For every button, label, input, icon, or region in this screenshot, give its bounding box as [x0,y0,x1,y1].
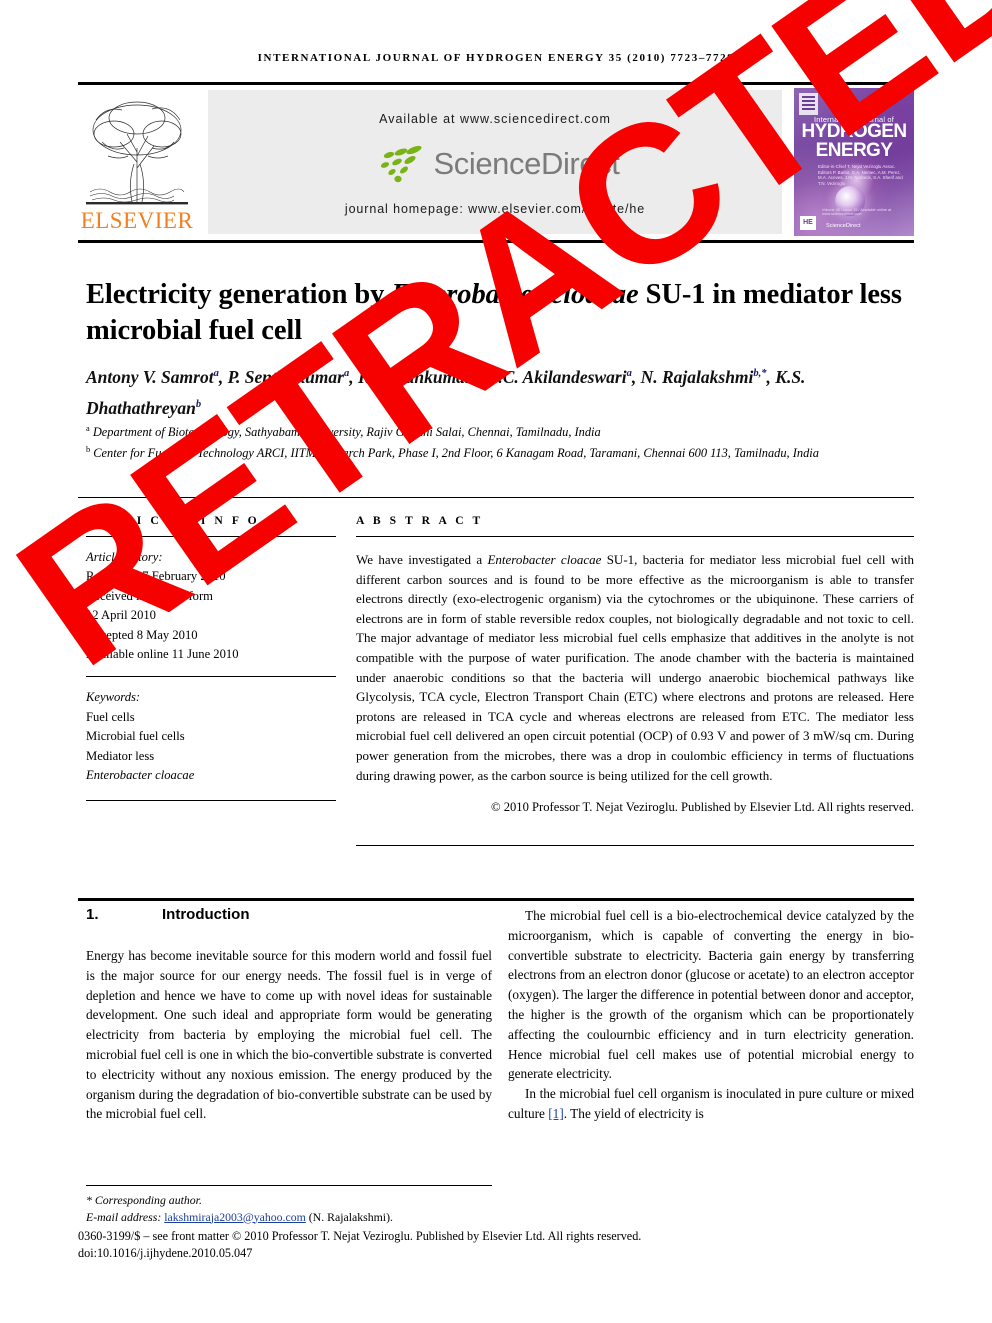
footnote-block: * Corresponding author. E-mail address: … [86,1192,646,1225]
abstract-before: We have investigated a [356,552,488,567]
affiliation-item: b Center for Fuel Cell Technology ARCI, … [86,445,819,461]
keyword-item: Microbial fuel cells [86,729,185,744]
article-history-item: Received in revised form [86,588,213,603]
section-heading: 1. Introduction [86,906,506,923]
paper-page: INTERNATIONAL JOURNAL OF HYDROGEN ENERGY… [0,0,992,1323]
keywords-label: Keywords: [86,690,141,705]
page-title: Electricity generation by Enterobacter c… [86,277,916,349]
cover-editors: Editor-in-Chief T. Nejat Veziroglu Assoc… [818,164,903,186]
keyword-item: Enterobacter cloacae [86,768,195,783]
masthead: ELSEVIER Available at www.sciencedirect.… [78,88,914,236]
intro-paragraph-right-2: In the microbial fuel cell organism is i… [508,1084,914,1124]
article-info-label: A R T I C L E I N F O [86,514,260,527]
article-info-bottom-rule [86,800,336,801]
author-name: Antony V. Samrot [86,366,214,387]
author-name: K. Pavankumar [357,366,472,387]
body-column-right: The microbial fuel cell is a bio-electro… [508,906,914,1124]
abstract-copyright: © 2010 Professor T. Nejat Veziroglu. Pub… [491,800,914,815]
abstract-divider [356,536,914,537]
affiliation-marker: a [86,424,90,433]
article-info-divider [86,536,336,537]
available-at-text: Available at www.sciencedirect.com [379,112,611,126]
elsevier-logo: ELSEVIER [78,88,196,236]
email-owner: (N. Rajalakshmi). [305,1209,393,1224]
cover-line-hydrogen: HYDROGEN [801,121,908,142]
cover-line-energy: ENERGY [815,140,893,161]
abstract-bottom-rule [356,845,914,846]
abstract-column: A B S T R A C T We have investigated a E… [356,514,914,817]
abstract-label: A B S T R A C T [356,514,484,527]
front-matter-block: 0360-3199/$ – see front matter © 2010 Pr… [78,1228,914,1262]
sciencedirect-banner: Available at www.sciencedirect.com Scien… [208,90,782,234]
email-link[interactable]: lakshmiraja2003@yahoo.com [164,1210,306,1224]
citation-link-1[interactable]: [1] [548,1106,564,1121]
author-affiliation-marker: a [343,368,350,379]
journal-cover-thumbnail: International Journal of HYDROGEN ENERGY… [794,88,914,236]
abstract-after: SU-1, bacteria for mediator less microbi… [356,552,914,783]
body-top-rule [78,898,914,901]
author-affiliation-marker: a [626,368,632,379]
para2-after: . The yield of electricity is [563,1105,704,1121]
masthead-rule [78,240,914,243]
author-affiliation-marker: a [213,368,219,379]
cover-he-badge: HE [800,216,816,230]
author-name: N. Rajalakshmi [640,366,754,387]
front-matter-line: 0360-3199/$ – see front matter © 2010 Pr… [78,1229,642,1243]
cover-footer-line: Volume 35 / Issue 15 / Available online … [822,208,892,216]
keyword-item: Mediator less [86,748,155,763]
article-history-label: Article history: [86,550,163,564]
author-name: G.C. Akilandeswari [485,366,627,387]
elsevier-wordmark: ELSEVIER [80,208,194,233]
keyword-item: Fuel cells [86,709,135,724]
email-label: E-mail address: [86,1209,165,1224]
article-history-item: Received 27 February 2010 [86,569,226,584]
title-species: Enterobacter cloacae [391,279,639,311]
running-head: INTERNATIONAL JOURNAL OF HYDROGEN ENERGY… [257,52,735,64]
article-history-item: Available online 11 June 2010 [86,647,239,662]
cover-publisher-badge-icon [799,93,818,115]
info-rule [78,497,914,498]
article-history-item: 12 April 2010 [86,608,156,623]
article-info-column: A R T I C L E I N F O Article history: R… [86,514,336,785]
sciencedirect-leaves-icon [381,145,422,183]
author-affiliation-marker: b [195,398,202,410]
article-history-list: Received 27 February 2010 Received in rev… [86,567,336,664]
section-number: 1. [86,906,99,923]
affiliation-item: a Department of Biotechnology, Sathyabam… [86,424,601,440]
sciencedirect-wordmark: ScienceDirect [433,146,620,181]
cover-sciencedirect-mark: ScienceDirect [826,223,861,229]
author-affiliation-marker: b,* [753,368,767,379]
journal-homepage-text: journal homepage: www.elsevier.com/locat… [344,202,646,216]
keywords-list: Fuel cells Microbial fuel cells Mediator l… [86,708,336,786]
section-title: Introduction [162,906,250,923]
intro-paragraph-right-1: The microbial fuel cell is a bio-electro… [508,908,914,1082]
elsevier-tree-icon [86,101,188,205]
footer-rule [86,1185,492,1186]
author-list: Antony V. Samrota, P. Senthilkumara, K. … [86,366,806,418]
intro-paragraph-left: Energy has become inevitable source for … [86,948,492,1122]
doi-line: doi:10.1016/j.ijhydene.2010.05.047 [78,1246,253,1260]
keywords-divider [86,676,336,678]
affiliation-marker: b [86,445,91,455]
email-line: E-mail address: lakshmiraja2003@yahoo.co… [86,1209,646,1226]
title-before: Electricity generation by [86,279,392,311]
author-name: P. Senthilkumar [227,366,344,387]
affiliation-list: a Department of Biotechnology, Sathyabam… [86,420,876,462]
body-column-left: Energy has become inevitable source for … [86,946,492,1124]
article-history-item: Accepted 8 May 2010 [86,627,198,642]
sciencedirect-logo: ScienceDirect [208,140,782,188]
abstract-species: Enterobacter cloacae [487,552,602,567]
header-rule [78,82,914,85]
author-affiliation-marker: a [471,368,477,379]
corresponding-author-note: * Corresponding author. [86,1193,202,1207]
abstract-text: We have investigated a Enterobacter cloa… [356,550,914,785]
